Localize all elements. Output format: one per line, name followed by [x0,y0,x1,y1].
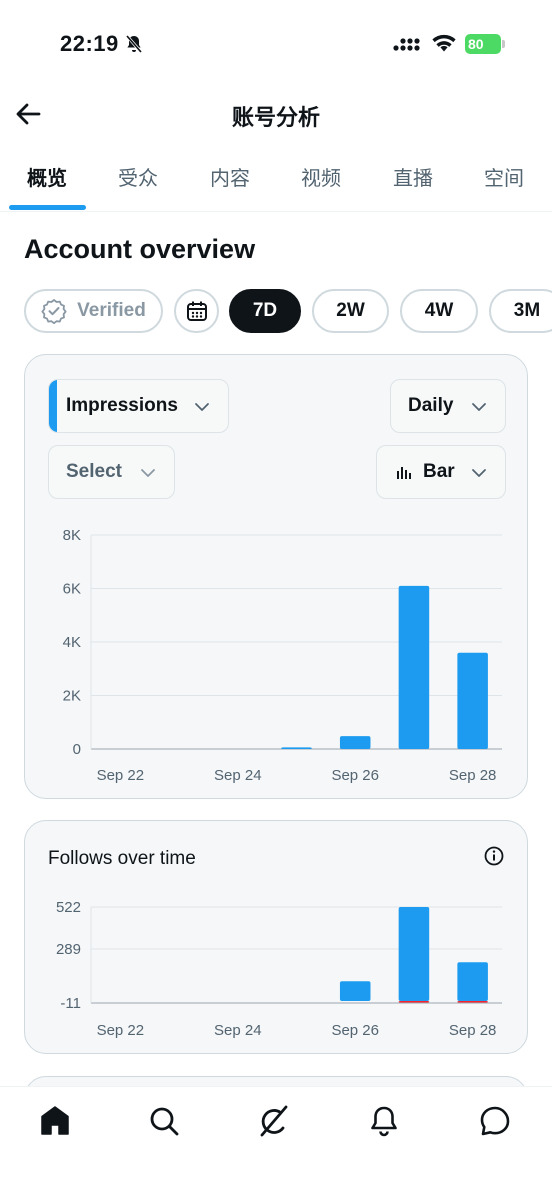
bar [339,736,371,749]
x-tick-label: Sep 26 [331,1022,379,1039]
bar [339,981,371,1002]
bar [457,652,488,749]
y-tick-label: -11 [60,995,81,1012]
section-title: Account overview [24,234,256,264]
bar [398,585,430,749]
period-chip-3m[interactable]: 3M [489,289,552,333]
wifi-icon [432,34,456,52]
verified-chip-label: Verified [77,300,146,321]
impressions-bar-chart: 8K 6K 4K 2K 0 Sep 22 Sep 24 Sep 26 Sep 28 [63,527,502,784]
y-tick-label: 289 [56,941,81,958]
y-tick-label: 0 [73,741,81,758]
period-chip-7d[interactable]: 7D [229,289,301,333]
follows-bar-chart: 522 289 -11 Sep 22 Sep 24 Sep 26 Sep 28 [56,899,502,1039]
y-tick-label: 522 [56,899,81,916]
bottom-navigation [0,1086,552,1200]
battery-indicator: 80 [465,34,505,54]
status-bar: 22:19 80 [0,0,552,90]
tab-bar: 概览 受众 内容 视频 直播 空间 [0,150,552,212]
x-tick-label: Sep 22 [97,1022,145,1039]
negative-bar [457,1001,488,1003]
tab-audience[interactable]: 受众 [118,162,158,191]
tab-spaces[interactable]: 空间 [484,162,524,191]
calendar-icon [186,301,207,321]
period-chip-4w[interactable]: 4W [400,289,478,333]
grok-icon[interactable] [256,1103,292,1139]
message-icon[interactable] [477,1103,513,1139]
x-tick-label: Sep 28 [449,767,497,784]
x-tick-label: Sep 24 [214,1022,262,1039]
x-tick-label: Sep 24 [214,767,262,784]
bell-off-icon [125,35,143,53]
verified-filter-chip[interactable]: Verified [24,289,163,333]
period-chip-2w[interactable]: 2W [312,289,389,333]
tab-live[interactable]: 直播 [393,162,433,191]
tab-content[interactable]: 内容 [210,162,250,191]
home-icon[interactable] [37,1103,73,1139]
bar [281,747,312,749]
y-tick-label: 6K [63,581,81,598]
battery-level: 80 [465,34,501,54]
negative-bar [398,1001,430,1003]
cellular-signal-icon [393,38,420,51]
verified-badge-icon [41,299,67,324]
impressions-card: Impressions Daily Select Bar 8K 6K 4K 2K 0 Se… [24,354,528,799]
page-title: 账号分析 [231,105,320,130]
active-tab-indicator [9,205,86,210]
y-tick-label: 2K [63,688,81,705]
follows-card: Follows over time 522 289 -11 Sep 22 Sep 24 S… [24,820,528,1054]
bar [457,962,488,1002]
x-tick-label: Sep 26 [331,767,379,784]
x-tick-label: Sep 28 [449,1022,497,1039]
y-tick-label: 8K [63,527,81,544]
tab-video[interactable]: 视频 [301,162,341,191]
battery-tip [502,40,505,48]
calendar-button[interactable] [174,289,219,333]
tab-overview[interactable]: 概览 [27,162,67,191]
bell-icon[interactable] [366,1103,402,1139]
y-tick-label: 4K [63,634,81,651]
bar [398,907,430,1002]
x-tick-label: Sep 22 [97,767,145,784]
status-time: 22:19 [60,31,119,56]
search-icon[interactable] [146,1103,182,1139]
